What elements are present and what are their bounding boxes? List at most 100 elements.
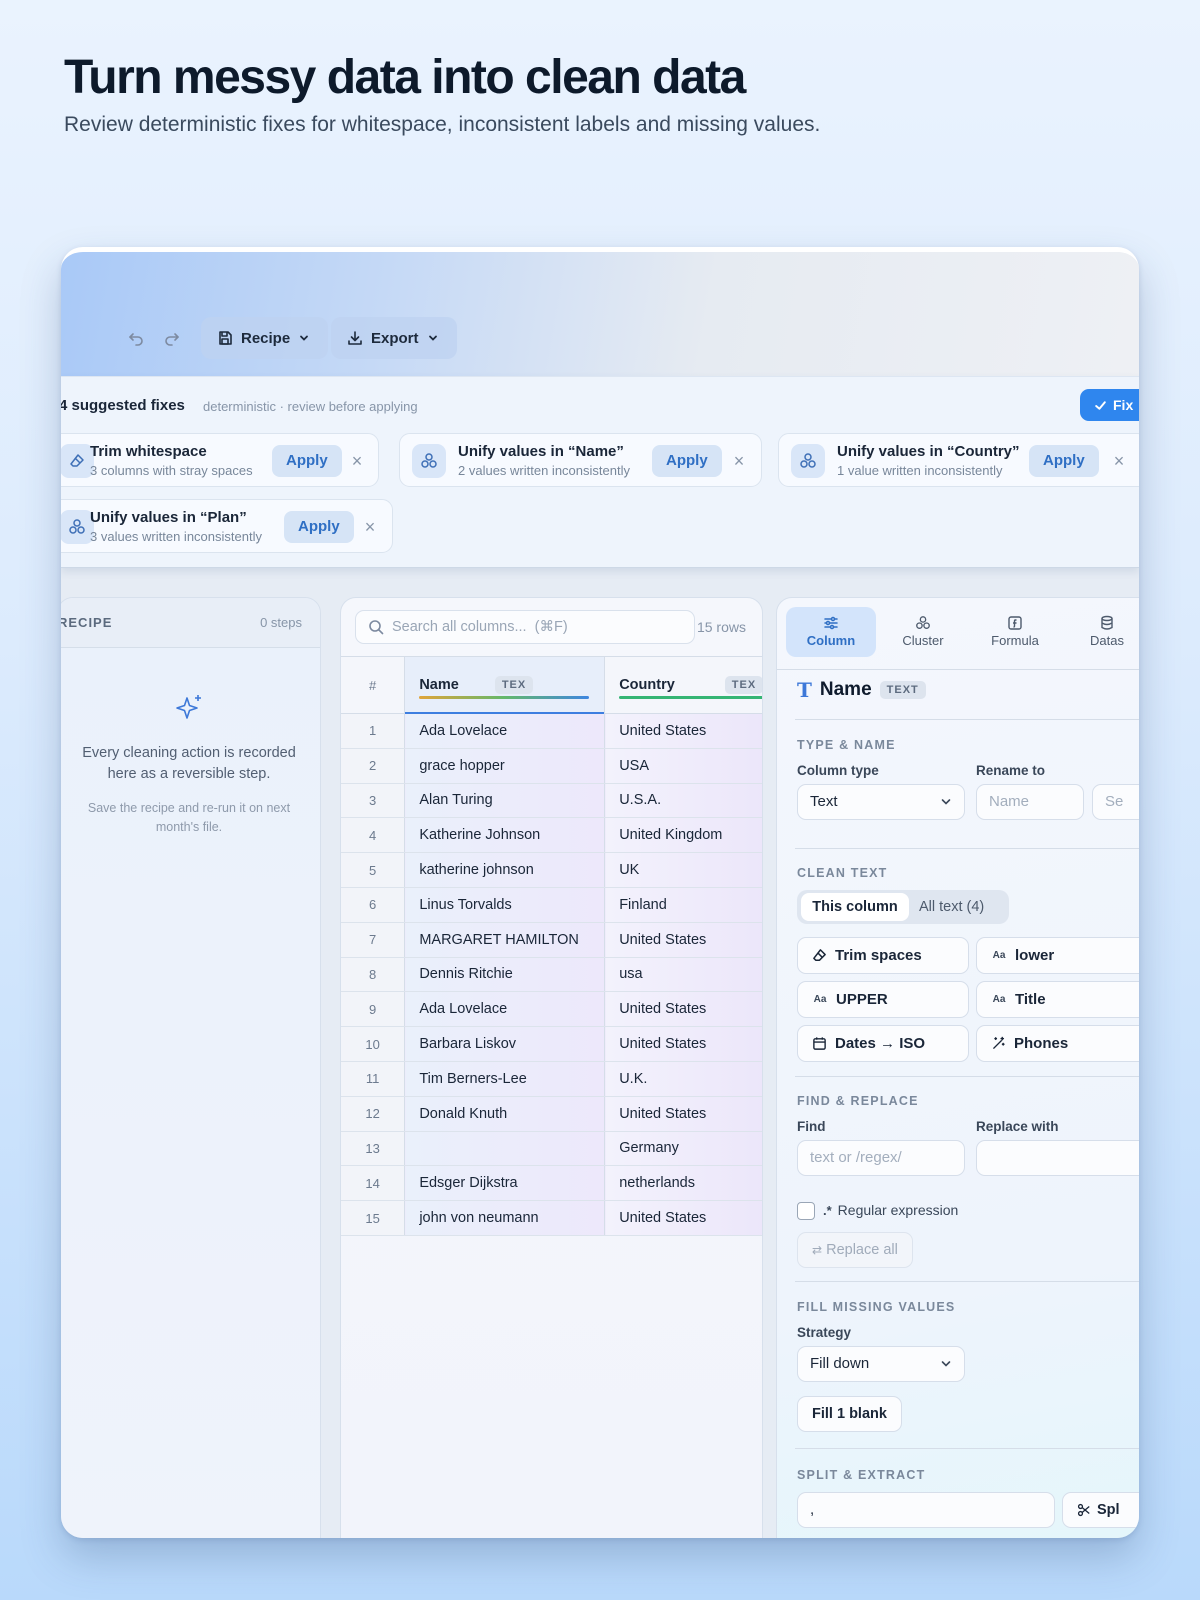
redo-icon[interactable] [159, 327, 185, 353]
search-input[interactable] [392, 619, 672, 635]
recipe-button[interactable]: Recipe [201, 317, 329, 359]
dismiss-icon[interactable]: × [358, 513, 382, 541]
phones-button[interactable]: Phones [976, 1025, 1139, 1062]
table-row[interactable]: 1 Ada Lovelace United States [341, 713, 762, 749]
cell-name[interactable]: Dennis Ritchie [404, 957, 606, 993]
type-tag: TEX [494, 676, 534, 694]
recipe-header: RECIPE 0 steps [61, 598, 320, 648]
apply-button[interactable]: Apply [652, 445, 722, 477]
replace-input[interactable] [976, 1140, 1139, 1176]
titlecase-button[interactable]: Aa Title [976, 981, 1139, 1018]
dismiss-icon[interactable]: × [345, 447, 369, 475]
cell-country[interactable]: usa [604, 957, 762, 993]
fix-card: Trim whitespace 3 columns with stray spa… [61, 433, 379, 487]
uppercase-button[interactable]: Aa UPPER [797, 981, 969, 1018]
table-row[interactable]: 7 MARGARET HAMILTON United States [341, 922, 762, 958]
inspector-title: T Name TEXT [797, 678, 926, 702]
cell-country[interactable]: United States [604, 1026, 762, 1062]
table-row[interactable]: 9 Ada Lovelace United States [341, 991, 762, 1028]
cell-name[interactable]: MARGARET HAMILTON [404, 922, 606, 958]
recipe-panel: RECIPE 0 steps Every cleaning action is … [61, 597, 321, 1538]
dates-iso-button[interactable]: Dates → ISO [797, 1025, 969, 1062]
cell-country[interactable]: USA [604, 748, 762, 784]
recipe-empty-line: here as a reversible step. [107, 766, 271, 782]
fix-card-subtitle: 2 values written inconsistently [458, 463, 630, 478]
table-row[interactable]: 11 Tim Berners-Lee U.K. [341, 1061, 762, 1097]
cell-name[interactable] [404, 1131, 606, 1167]
strategy-select[interactable]: Fill down [797, 1346, 965, 1382]
regex-checkbox[interactable] [797, 1202, 815, 1220]
extra-input[interactable]: Se [1092, 784, 1139, 820]
cell-name[interactable]: grace hopper [404, 748, 606, 784]
trim-spaces-button[interactable]: Trim spaces [797, 937, 969, 974]
cell-name[interactable]: Ada Lovelace [404, 991, 606, 1028]
search-box [355, 610, 695, 644]
lowercase-button[interactable]: Aa lower [976, 937, 1139, 974]
cell-country[interactable]: United States [604, 1200, 762, 1236]
apply-button[interactable]: Apply [284, 511, 354, 543]
column-header-name[interactable]: Name TEX [404, 656, 606, 714]
cell-country[interactable]: United States [604, 1096, 762, 1132]
cell-country[interactable]: UK [604, 852, 762, 888]
export-button[interactable]: Export [331, 317, 457, 359]
apply-button[interactable]: Apply [1029, 445, 1099, 477]
column-type-select[interactable]: Text [797, 784, 965, 820]
scope-this-column[interactable]: This column [801, 893, 909, 921]
cell-name[interactable]: Katherine Johnson [404, 817, 606, 854]
row-number: 13 [341, 1131, 406, 1167]
cell-country[interactable]: United States [604, 713, 762, 749]
table-row[interactable]: 14 Edsger Dijkstra netherlands [341, 1165, 762, 1202]
cell-country[interactable]: United States [604, 991, 762, 1028]
fixes-subtitle: deterministic · review before applying [203, 399, 418, 414]
table-row[interactable]: 8 Dennis Ritchie usa [341, 957, 762, 993]
row-number: 7 [341, 922, 406, 958]
cell-country[interactable]: United Kingdom [604, 817, 762, 854]
scope-all-text[interactable]: All text (4) [919, 893, 984, 921]
fix-all-button[interactable]: Fix [1080, 389, 1139, 421]
fill-blank-button[interactable]: Fill 1 blank [797, 1396, 902, 1432]
cell-name[interactable]: Tim Berners-Lee [404, 1061, 606, 1097]
tab-formula[interactable]: Formula [970, 607, 1060, 657]
chip-label: Phones [1014, 1035, 1069, 1052]
delimiter-input[interactable]: , [797, 1492, 1055, 1528]
split-button[interactable]: Spl [1062, 1492, 1139, 1528]
table-row[interactable]: 12 Donald Knuth United States [341, 1096, 762, 1132]
table-row[interactable]: 10 Barbara Liskov United States [341, 1026, 762, 1062]
cell-country[interactable]: netherlands [604, 1165, 762, 1202]
cell-name[interactable]: Ada Lovelace [404, 713, 606, 749]
cell-name[interactable]: john von neumann [404, 1200, 606, 1236]
table-row[interactable]: 3 Alan Turing U.S.A. [341, 783, 762, 819]
column-header-country[interactable]: Country TEX [604, 656, 762, 714]
cell-country[interactable]: Finland [604, 887, 762, 923]
table-row[interactable]: 15 john von neumann United States [341, 1200, 762, 1236]
table-row[interactable]: 6 Linus Torvalds Finland [341, 887, 762, 923]
apply-button[interactable]: Apply [272, 445, 342, 477]
tab-column[interactable]: Column [786, 607, 876, 657]
tab-dataset[interactable]: Datas [1062, 607, 1139, 657]
tab-cluster[interactable]: Cluster [878, 607, 968, 657]
cell-name[interactable]: Barbara Liskov [404, 1026, 606, 1062]
cell-country[interactable]: U.S.A. [604, 783, 762, 819]
table-row[interactable]: 5 katherine johnson UK [341, 852, 762, 888]
cell-country[interactable]: Germany [604, 1131, 762, 1167]
cell-name[interactable]: Edsger Dijkstra [404, 1165, 606, 1202]
cell-country[interactable]: U.K. [604, 1061, 762, 1097]
table-row[interactable]: 2 grace hopper USA [341, 748, 762, 784]
dismiss-icon[interactable]: × [727, 447, 751, 475]
fix-card-subtitle: 3 values written inconsistently [90, 529, 262, 544]
type-tag: TEX [724, 676, 762, 694]
table-row[interactable]: 4 Katherine Johnson United Kingdom [341, 817, 762, 854]
cell-name[interactable]: katherine johnson [404, 852, 606, 888]
undo-icon[interactable] [123, 327, 149, 353]
rename-input[interactable]: Name [976, 784, 1084, 820]
page-title: Turn messy data into clean data [64, 51, 746, 104]
cell-country[interactable]: United States [604, 922, 762, 958]
cell-name[interactable]: Linus Torvalds [404, 887, 606, 923]
replace-all-button[interactable]: ⇄ Replace all [797, 1232, 913, 1268]
cell-name[interactable]: Donald Knuth [404, 1096, 606, 1132]
table-row[interactable]: 13 Germany [341, 1131, 762, 1167]
find-input[interactable]: text or /regex/ [797, 1140, 965, 1176]
cell-name[interactable]: Alan Turing [404, 783, 606, 819]
sparkle-icon [176, 695, 201, 719]
dismiss-icon[interactable]: × [1107, 447, 1131, 475]
